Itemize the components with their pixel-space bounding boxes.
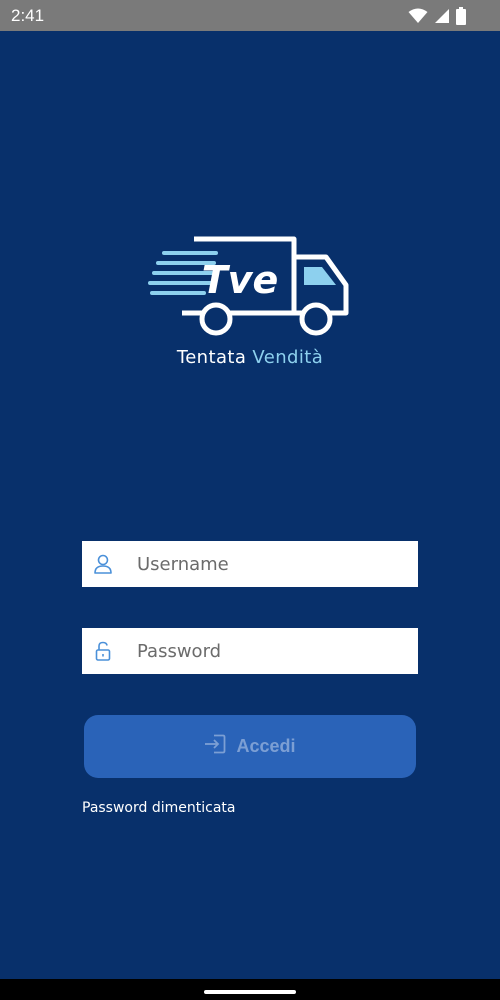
- status-time: 2:41: [11, 5, 45, 25]
- brand-name-part2: Vendità: [252, 347, 324, 368]
- home-gesture-handle[interactable]: [204, 990, 296, 994]
- login-button-label: Accedi: [236, 736, 296, 756]
- logo-text: Tve: [202, 258, 278, 302]
- user-icon: [82, 541, 122, 587]
- password-field[interactable]: [82, 628, 418, 674]
- status-bar: 2:41: [0, 0, 500, 31]
- battery-icon: [456, 6, 466, 25]
- brand-name: Tentata Vendità: [177, 347, 323, 368]
- brand-name-part1: Tentata: [176, 347, 247, 368]
- brand-logo: Tve Tentata Vendità: [0, 235, 500, 368]
- signal-icon: [434, 8, 450, 24]
- username-field[interactable]: [82, 541, 418, 587]
- password-input[interactable]: [122, 628, 418, 674]
- login-button[interactable]: Accedi: [84, 715, 416, 778]
- username-input[interactable]: [122, 541, 418, 587]
- lock-open-icon: [82, 628, 122, 674]
- status-icons: [408, 6, 466, 25]
- forgot-password-link[interactable]: Password dimenticata: [82, 800, 235, 816]
- delivery-truck-logo-icon: Tve: [148, 235, 352, 341]
- wifi-icon: [408, 8, 428, 24]
- login-icon: [204, 734, 226, 759]
